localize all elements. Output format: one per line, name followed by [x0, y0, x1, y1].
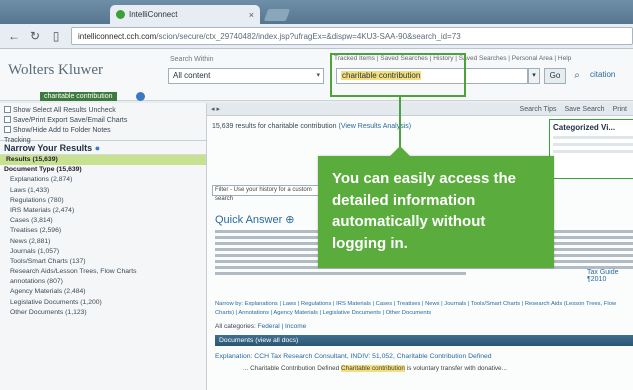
facet-item[interactable]: Journals (1,057) [0, 247, 206, 257]
facet-item[interactable]: annotations (807) [0, 277, 206, 287]
url-domain: intelliconnect.cch.com [78, 31, 157, 41]
pane-toggle-icon[interactable]: ◂ ▸ [211, 105, 220, 113]
breadcrumb: charitable contribution [0, 92, 633, 102]
facet-item[interactable]: Other Documents (1,123) [0, 308, 206, 318]
toolbar-line[interactable]: Save/Print Export Save/Email Charts [4, 116, 202, 126]
facet-item[interactable]: Tools/Smart Charts (137) [0, 257, 206, 267]
go-button[interactable]: Go [544, 68, 566, 84]
favicon-icon [116, 10, 125, 19]
toolbar-line[interactable]: Show Select All Results Uncheck [4, 106, 202, 116]
facet-item[interactable]: Research Aids/Lesson Trees, Flow Charts [0, 267, 206, 277]
back-arrow-icon[interactable]: ← [8, 29, 20, 43]
categories-links[interactable]: Federal | Income [258, 323, 307, 330]
reload-icon[interactable]: ↻ [29, 29, 41, 43]
toolbar-line[interactable]: Show/Hide Add to Folder Notes [4, 126, 202, 136]
facet-item[interactable]: Regulations (780) [0, 196, 206, 206]
highlight-frame [330, 53, 466, 97]
placeholder-line [553, 150, 633, 153]
facet-list: Results (15,639) Document Type (15,639) … [0, 155, 206, 318]
facet-item[interactable]: Laws (1,433) [0, 186, 206, 196]
left-toolbar: Show Select All Results Uncheck Save/Pri… [0, 103, 206, 144]
facet-item[interactable]: Cases (3,814) [0, 216, 206, 226]
facet-item[interactable]: Treatises (2,596) [0, 226, 206, 236]
tab-title: IntelliConnect [129, 10, 178, 19]
search-within-label: Search Within [170, 56, 214, 63]
placeholder-line [553, 136, 633, 139]
brand-logo[interactable]: Wolters Kluwer [8, 62, 103, 79]
results-count: 15,639 results for charitable contributi… [212, 123, 412, 130]
left-pane: Show Select All Results Uncheck Save/Pri… [0, 103, 207, 390]
url-path: /scion/secure/ctx_29740482/index.jsp?ufr… [156, 31, 461, 41]
tax-guide-link[interactable]: Tax Guide ¶2010 [587, 269, 633, 283]
scope-value: All content [173, 71, 211, 80]
address-bar-row: ← ↻ ▯ intelliconnect.cch.com /scion/secu… [0, 24, 633, 49]
close-tab-icon[interactable]: × [249, 10, 254, 20]
search-icon[interactable]: ⌕ [570, 68, 584, 84]
narrow-by-links[interactable]: Narrow by: Explanations | Laws | Regulat… [215, 300, 633, 318]
documents-bar[interactable]: Documents (view all docs) [215, 335, 633, 346]
result-snippet: ... Charitable Contribution Defined Char… [243, 365, 507, 372]
results-toolbar: ◂ ▸ Search Tips Save Search Print [207, 103, 633, 116]
chevron-down-icon: ▾ [316, 72, 320, 79]
browser-tab-strip: IntelliConnect × [0, 0, 633, 24]
info-icon[interactable]: ● [95, 143, 100, 153]
result-title-link[interactable]: Explanation: CCH Tax Research Consultant… [215, 353, 492, 360]
facet-item[interactable]: Legislative Documents (1,200) [0, 298, 206, 308]
narrow-results-title: Narrow Your Results ● [0, 141, 206, 155]
checkbox-icon[interactable] [4, 116, 11, 123]
facet-item[interactable]: Explanations (2,874) [0, 175, 206, 185]
filter-select[interactable]: Filter - Use your history for a custom s… [212, 185, 332, 202]
search-term-tag[interactable]: charitable contribution [40, 92, 117, 101]
browser-tab[interactable]: IntelliConnect × [110, 5, 260, 24]
facet-item[interactable]: Document Type (15,639) [0, 165, 206, 175]
facet-item[interactable]: Results (15,639) [0, 155, 206, 166]
facet-item[interactable]: News (2,881) [0, 237, 206, 247]
page-icon: ▯ [52, 29, 60, 43]
url-input[interactable]: intelliconnect.cch.com /scion/secure/ctx… [71, 27, 633, 45]
quick-answer-title: Quick Answer ⊕ [215, 214, 295, 226]
categorized-view-title: Categorized Vi... [553, 123, 616, 132]
categorized-view-panel[interactable]: Categorized Vi... [549, 119, 633, 179]
categories-row: All categories: Federal | Income [215, 323, 306, 330]
categories-label: All categories: [215, 323, 256, 330]
checkbox-icon[interactable] [4, 106, 11, 113]
remove-term-icon[interactable] [136, 92, 145, 101]
placeholder-line [553, 143, 633, 146]
checkbox-icon[interactable] [4, 126, 11, 133]
new-tab-button[interactable] [263, 9, 291, 21]
facet-item[interactable]: IRS Materials (2,474) [0, 206, 206, 216]
save-search-link[interactable]: Save Search [565, 106, 605, 113]
search-dropdown-button[interactable]: ▾ [528, 68, 540, 84]
callout-box: You can easily access the detailed infor… [318, 146, 554, 268]
scope-select[interactable]: All content ▾ [168, 68, 324, 84]
facet-item[interactable]: Agency Materials (2,484) [0, 287, 206, 297]
search-tips-link[interactable]: Search Tips [520, 106, 557, 113]
citation-link[interactable]: citation [590, 70, 615, 79]
print-link[interactable]: Print [613, 106, 627, 113]
